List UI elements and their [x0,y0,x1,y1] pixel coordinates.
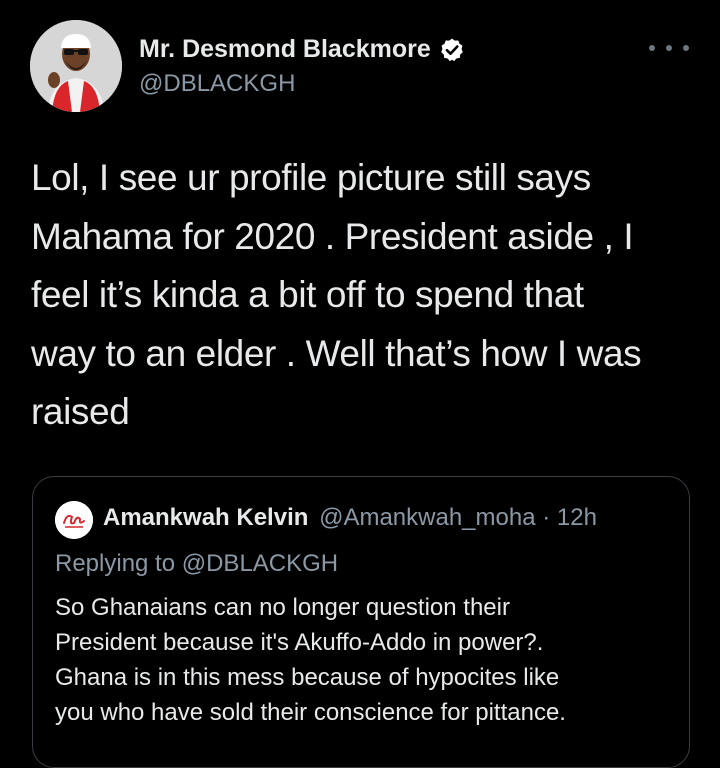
tweet-text: Lol, I see ur profile picture still says… [31,149,691,442]
quoted-text-line: you who have sold their conscience for p… [55,699,566,726]
tweet-text-line: raised [31,391,130,432]
quoted-display-name[interactable]: Amankwah Kelvin [103,504,308,531]
quoted-author-avatar[interactable] [55,501,93,539]
author-handle[interactable]: @DBLACKGH [139,70,295,98]
quoted-tweet-card[interactable]: Amankwah Kelvin @Amankwah_moha · 12h Rep… [32,476,690,768]
quoted-text-line: President because it's Akuffo-Addo in po… [55,629,544,656]
more-dot [683,45,689,51]
quoted-text-line: Ghana is in this mess because of hypocit… [55,664,560,691]
author-display-name[interactable]: Mr. Desmond Blackmore [139,35,465,64]
author-name-text: Mr. Desmond Blackmore [139,35,431,63]
avatar-image [30,20,122,112]
tweet: Mr. Desmond Blackmore @DBLACKGH Lol, I s… [0,0,720,768]
tweet-text-line: Mahama for 2020 . President aside , I [31,215,634,257]
tweet-text-line: Lol, I see ur profile picture still says [31,157,591,198]
quoted-tweet-text: So Ghanaians can no longer question thei… [55,590,566,730]
author-avatar[interactable] [30,20,122,112]
tweet-text-line: feel it’s kinda a bit off to spend that [31,274,584,315]
more-dot [649,45,655,51]
verified-badge-icon [440,38,463,61]
more-dot [666,45,672,51]
tweet-text-line: way to an elder . Well that’s how I was [31,332,642,374]
quoted-header: Amankwah Kelvin @Amankwah_moha · 12h [103,504,597,532]
more-options-icon[interactable] [649,38,689,58]
quoted-text-line: So Ghanaians can no longer question thei… [55,594,510,621]
quoted-handle-time: @Amankwah_moha · 12h [319,504,597,531]
quoted-replying-to[interactable]: Replying to @DBLACKGH [55,550,338,578]
quoted-avatar-logo [55,501,93,539]
